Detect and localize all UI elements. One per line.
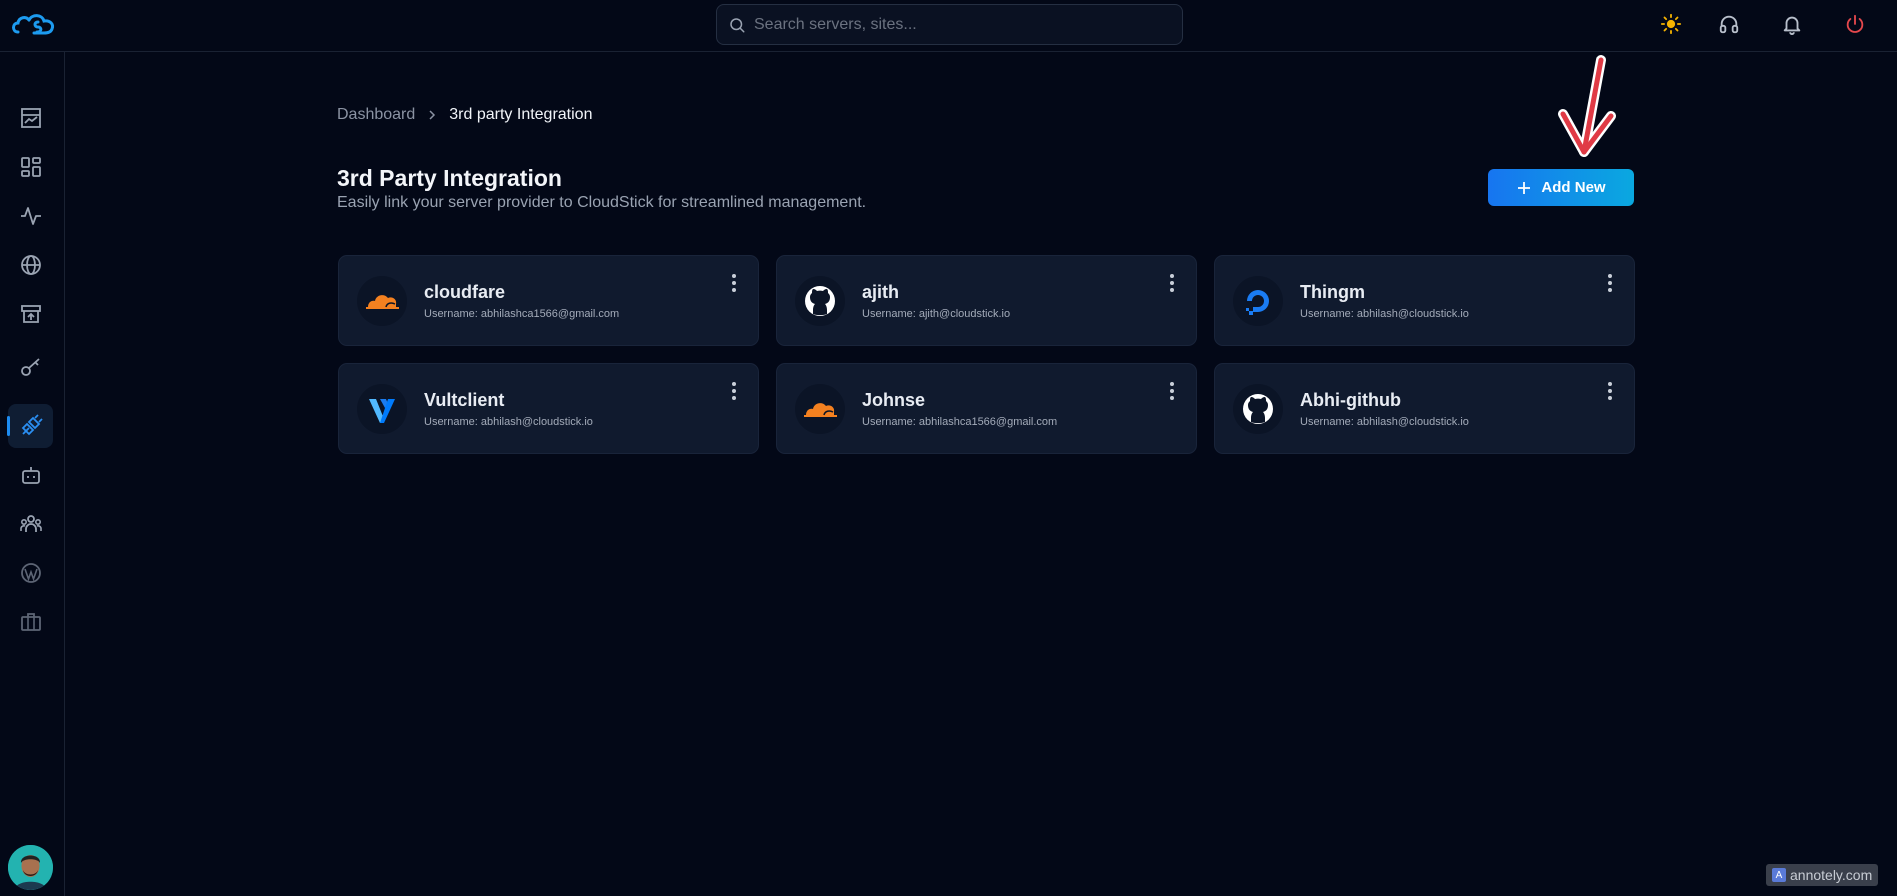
integration-username: Username: abhilashca1566@gmail.com (862, 416, 1058, 428)
search-icon (730, 17, 745, 32)
bot-icon (21, 467, 40, 484)
integration-card[interactable]: Vultclient Username: abhilash@cloudstick… (338, 363, 759, 454)
user-avatar[interactable] (8, 845, 53, 890)
add-new-button[interactable]: Add New (1488, 169, 1634, 206)
integration-username: Username: ajith@cloudstick.io (862, 308, 1011, 320)
apps-grid-icon (20, 157, 41, 177)
provider-logo (1233, 384, 1283, 434)
watermark-text: annotely.com (1790, 867, 1873, 883)
annotation-arrow-icon (1558, 55, 1616, 157)
power-icon (1846, 14, 1864, 33)
cloudflare-icon (804, 403, 837, 417)
breadcrumb-dashboard-link[interactable]: Dashboard (337, 106, 415, 124)
sidebar-item-business[interactable] (8, 600, 53, 644)
notifications-button[interactable] (1780, 12, 1804, 36)
sidebar-item-integrations[interactable] (7, 404, 53, 448)
integration-username: Username: abhilash@cloudstick.io (1300, 416, 1469, 428)
avatar-image (8, 845, 53, 890)
vultr-icon (369, 399, 395, 423)
sidebar-item-apps[interactable] (8, 145, 53, 189)
more-options-icon[interactable] (728, 272, 740, 294)
breadcrumb: Dashboard 3rd party Integration (337, 106, 592, 124)
more-options-icon[interactable] (1166, 272, 1178, 294)
integration-username: Username: abhilashca1566@gmail.com (424, 308, 620, 320)
globe-icon (20, 255, 41, 275)
provider-logo (795, 276, 845, 326)
watermark: A annotely.com (1766, 864, 1879, 886)
page-subtitle: Easily link your server provider to Clou… (337, 194, 867, 211)
integration-card[interactable]: cloudfare Username: abhilashca1566@gmail… (338, 255, 759, 346)
provider-logo (357, 276, 407, 326)
cloudstick-logo[interactable] (10, 12, 58, 38)
integration-name: cloudfare (424, 282, 506, 302)
sidebar-item-backups[interactable] (8, 292, 53, 336)
support-button[interactable] (1717, 12, 1741, 36)
digitalocean-icon (1246, 290, 1269, 315)
integration-card[interactable]: Johnse Username: abhilashca1566@gmail.co… (776, 363, 1197, 454)
integration-card[interactable]: Thingm Username: abhilash@cloudstick.io (1214, 255, 1635, 346)
key-icon (20, 358, 40, 376)
cloudflare-icon (366, 295, 399, 309)
integration-name: ajith (862, 282, 900, 302)
plug-icon (21, 414, 43, 436)
provider-logo (357, 384, 407, 434)
provider-logo (1233, 276, 1283, 326)
sidebar (0, 52, 65, 896)
page-title: 3rd Party Integration (337, 165, 562, 191)
integration-name: Vultclient (424, 390, 505, 410)
search-input[interactable] (754, 15, 1154, 34)
logout-button[interactable] (1843, 12, 1867, 36)
more-options-icon[interactable] (728, 380, 740, 402)
breadcrumb-current: 3rd party Integration (449, 106, 593, 123)
integration-name: Johnse (862, 390, 926, 410)
search-bar[interactable] (716, 4, 1183, 45)
more-options-icon[interactable] (1166, 380, 1178, 402)
archive-upload-icon (20, 305, 41, 323)
team-icon (19, 515, 42, 532)
sidebar-item-automation[interactable] (8, 453, 53, 497)
integration-username: Username: abhilash@cloudstick.io (424, 416, 593, 428)
github-icon (1243, 394, 1273, 424)
chevron-right-icon (425, 108, 439, 122)
integration-card[interactable]: ajith Username: ajith@cloudstick.io (776, 255, 1197, 346)
headphones-icon (1719, 15, 1739, 34)
briefcase-icon (20, 613, 41, 631)
more-options-icon[interactable] (1604, 272, 1616, 294)
integration-name: Abhi-github (1300, 390, 1401, 410)
top-bar (0, 0, 1897, 52)
sun-icon (1660, 13, 1682, 35)
github-icon (805, 286, 835, 316)
integration-name: Thingm (1300, 282, 1365, 302)
sidebar-item-sites[interactable] (8, 243, 53, 287)
theme-toggle-button[interactable] (1659, 12, 1683, 36)
wordpress-icon (20, 563, 41, 583)
sidebar-item-team[interactable] (8, 502, 53, 546)
plus-icon (1518, 181, 1531, 194)
integration-card[interactable]: Abhi-github Username: abhilash@cloudstic… (1214, 363, 1635, 454)
sidebar-item-wordpress[interactable] (8, 551, 53, 595)
provider-logo (795, 384, 845, 434)
sidebar-item-monitoring[interactable] (8, 194, 53, 238)
more-options-icon[interactable] (1604, 380, 1616, 402)
annotely-icon: A (1772, 868, 1786, 882)
bell-icon (1783, 16, 1801, 35)
integration-username: Username: abhilash@cloudstick.io (1300, 308, 1469, 320)
dashboard-chart-icon (20, 108, 41, 128)
sidebar-item-keys[interactable] (8, 345, 53, 389)
add-new-label: Add New (1541, 179, 1606, 196)
sidebar-item-dashboard[interactable] (8, 96, 53, 140)
activity-icon (20, 207, 41, 225)
logo-icon (12, 14, 54, 35)
